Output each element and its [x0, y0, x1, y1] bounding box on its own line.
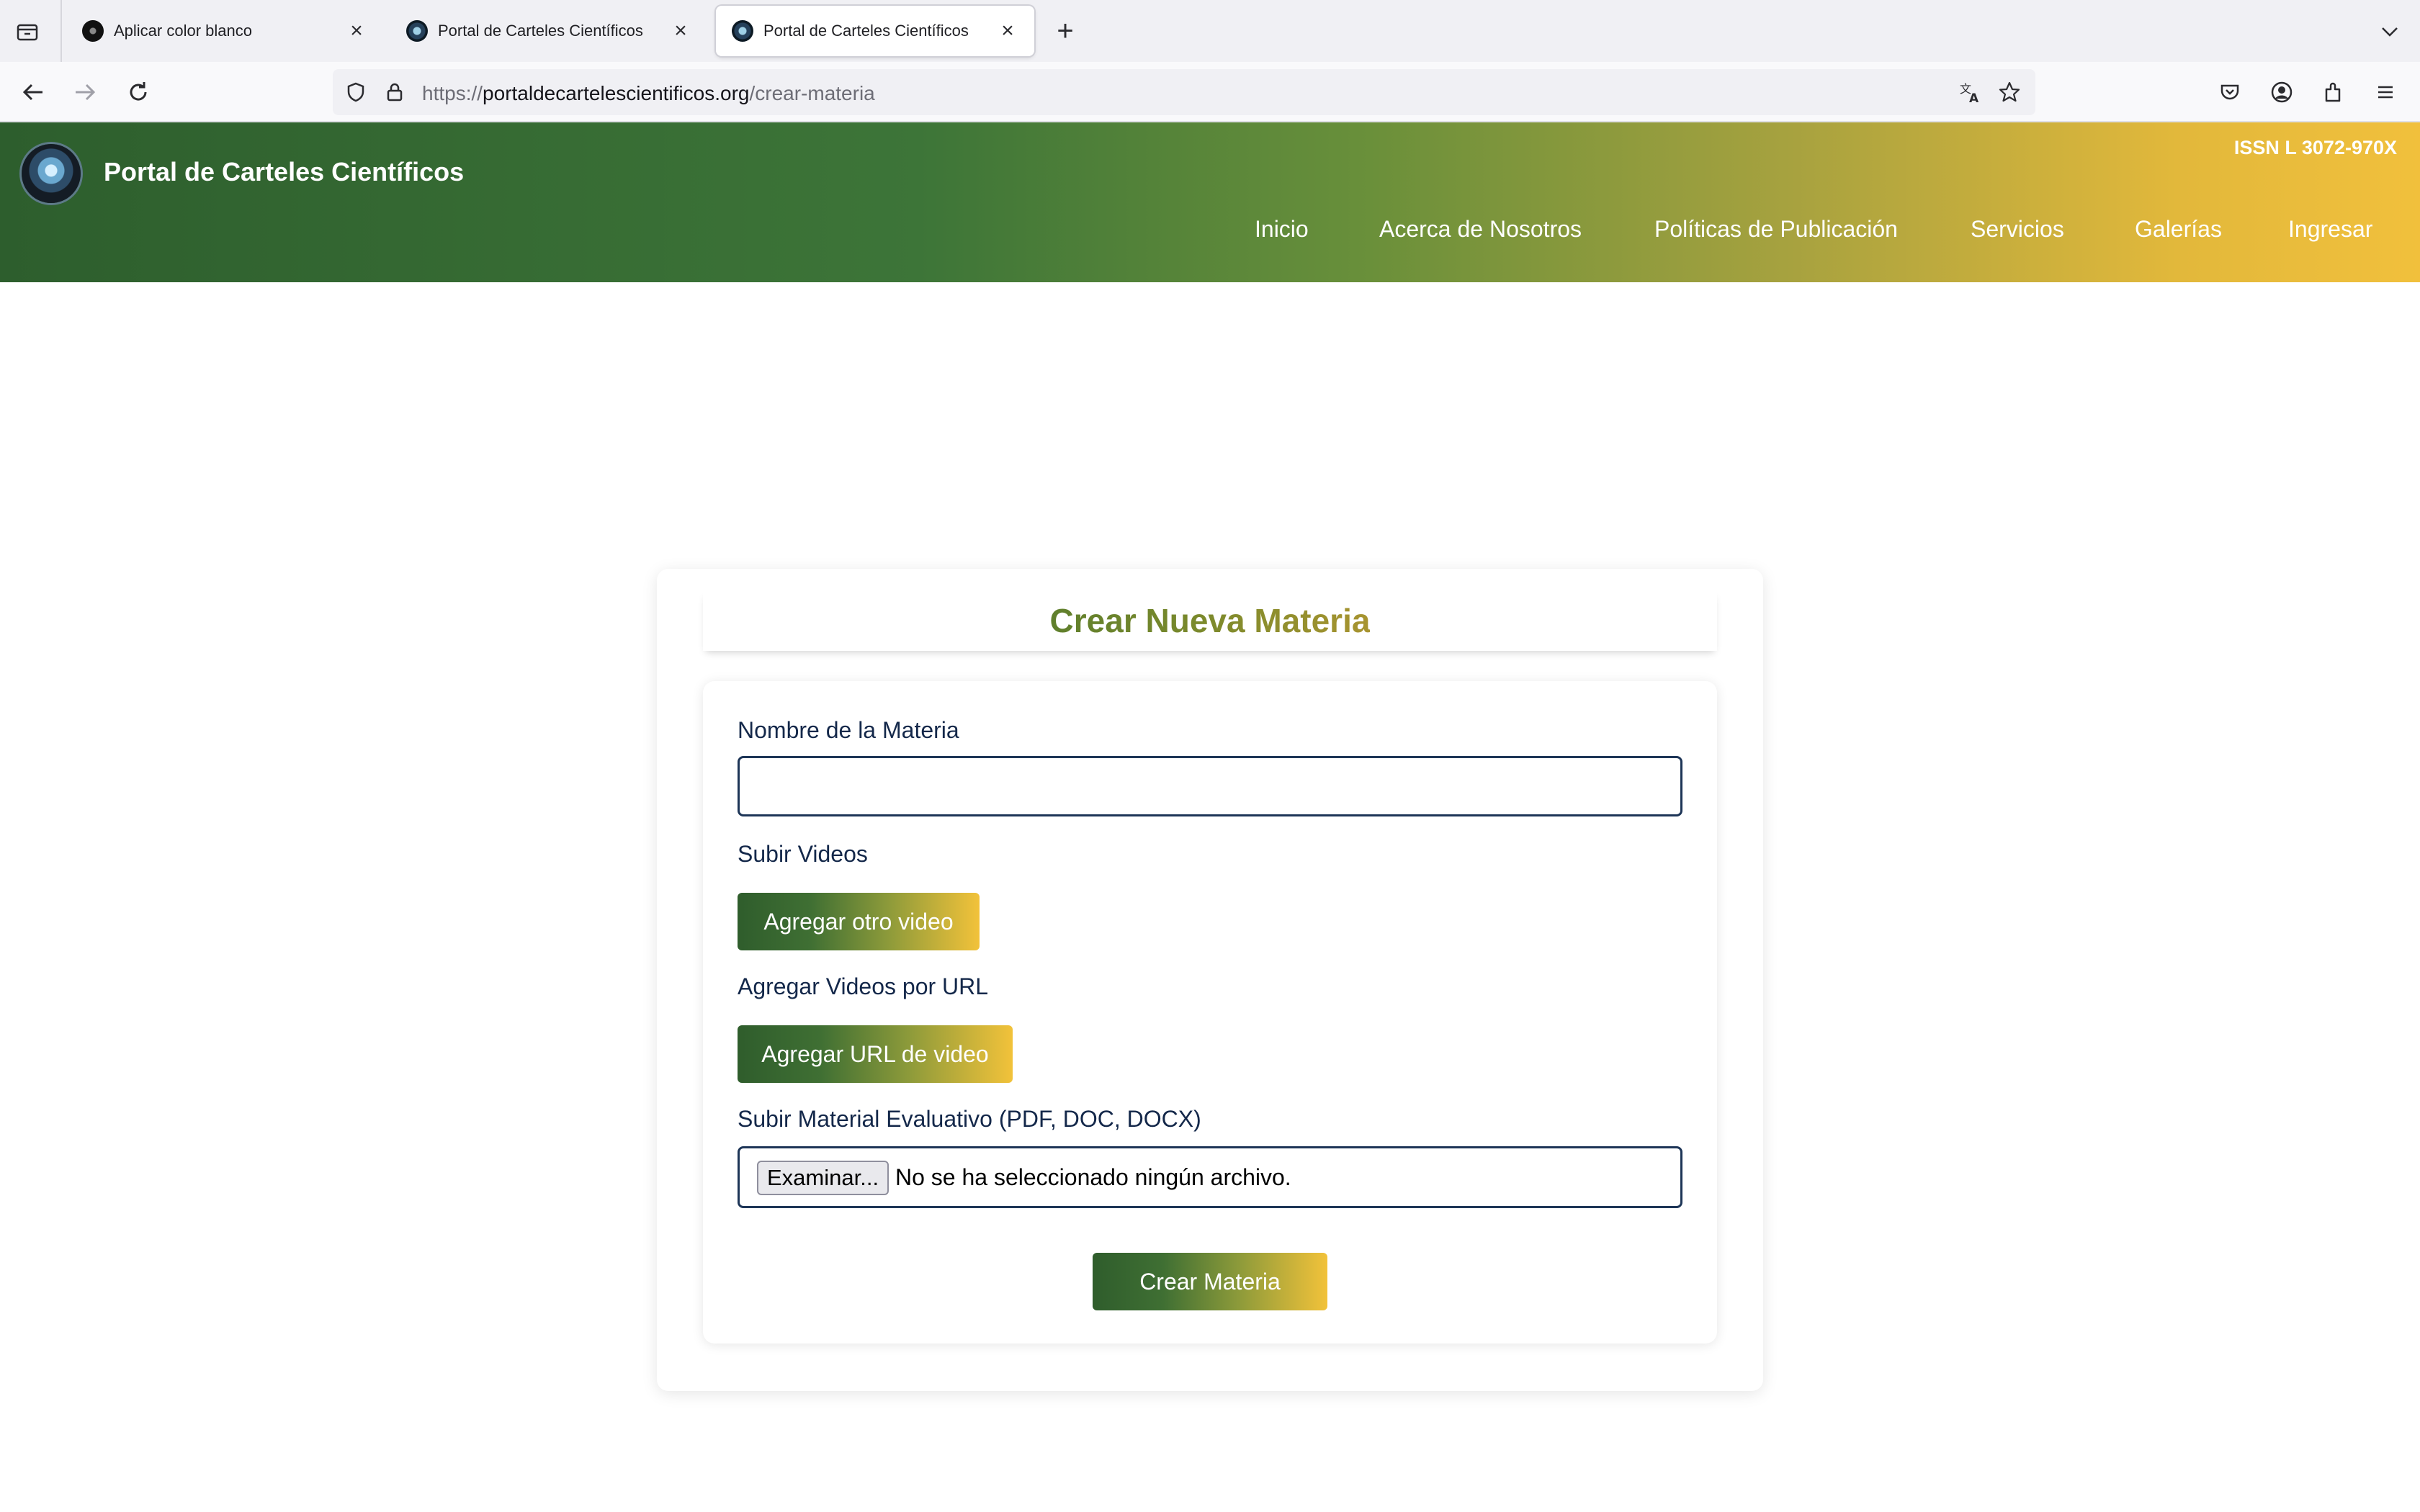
tab-separator [60, 0, 62, 62]
tab-favicon-icon [406, 20, 428, 42]
nav-link-politicas[interactable]: Políticas de Publicación [1654, 216, 1898, 243]
url-bar[interactable]: https://portaldecartelescientificos.org/… [333, 69, 2035, 115]
create-subject-form: Nombre de la Materia Subir Videos Agrega… [703, 681, 1717, 1344]
nav-link-acerca[interactable]: Acerca de Nosotros [1379, 216, 1582, 243]
create-subject-card: Crear Nueva Materia Nombre de la Materia… [657, 569, 1763, 1391]
url-domain: portaldecartelescientificos.org [483, 82, 750, 104]
account-icon[interactable] [2266, 76, 2298, 108]
close-icon[interactable]: × [670, 19, 691, 42]
tab-list-icon[interactable] [13, 17, 42, 46]
plus-icon[interactable]: + [1050, 15, 1080, 47]
browser-tab-1[interactable]: Aplicar color blanco × [66, 6, 383, 56]
tab-title: Portal de Carteles Científicos [438, 22, 643, 40]
add-video-url-button[interactable]: Agregar URL de video [738, 1025, 1013, 1083]
site-name[interactable]: Portal de Carteles Científicos [104, 157, 464, 187]
menu-icon[interactable] [2370, 76, 2401, 108]
site-header: Portal de Carteles Científicos ISSN L 30… [0, 122, 2420, 282]
file-status-text: No se ha seleccionado ningún archivo. [895, 1164, 1291, 1190]
main-nav: Inicio Acerca de Nosotros Políticas de P… [0, 216, 2420, 249]
create-subject-button[interactable]: Crear Materia [1093, 1253, 1327, 1310]
back-arrow-icon[interactable] [17, 76, 49, 108]
evaluation-material-file-input[interactable]: Examinar... No se ha seleccionado ningún… [738, 1146, 1682, 1208]
lock-icon[interactable] [379, 76, 411, 108]
browser-tab-3-active[interactable]: Portal de Carteles Científicos × [716, 6, 1034, 56]
tab-favicon-icon [82, 20, 104, 42]
translate-icon[interactable]: 文A [1955, 76, 1986, 108]
evaluation-material-label: Subir Material Evaluativo (PDF, DOC, DOC… [738, 1106, 1201, 1132]
url-text[interactable]: https://portaldecartelescientificos.org/… [422, 82, 875, 105]
tab-favicon-icon [732, 20, 753, 42]
url-path: /crear-materia [749, 82, 875, 104]
pocket-icon[interactable] [2214, 76, 2246, 108]
page-title: Crear Nueva Materia [1049, 602, 1371, 639]
star-icon[interactable] [1994, 76, 2025, 108]
nav-link-galerias[interactable]: Galerías [2135, 216, 2222, 243]
close-icon[interactable]: × [997, 19, 1018, 42]
add-video-button[interactable]: Agregar otro video [738, 893, 980, 950]
browser-tab-bar: Aplicar color blanco × Portal de Cartele… [0, 0, 2420, 62]
nav-link-inicio[interactable]: Inicio [1255, 216, 1309, 243]
site-logo[interactable] [22, 144, 81, 203]
url-scheme: https:// [422, 82, 483, 104]
svg-text:A: A [1969, 91, 1979, 104]
browser-toolbar: https://portaldecartelescientificos.org/… [0, 62, 2420, 122]
browser-tab-2[interactable]: Portal de Carteles Científicos × [390, 6, 707, 56]
reload-icon[interactable] [122, 76, 154, 108]
chevron-down-icon[interactable] [2375, 17, 2404, 46]
form-title-bar: Crear Nueva Materia [703, 590, 1717, 651]
forward-arrow-icon[interactable] [69, 76, 101, 108]
subject-name-label: Nombre de la Materia [738, 717, 959, 743]
issn-label: ISSN L 3072-970X [2233, 137, 2397, 158]
shield-icon[interactable] [340, 76, 372, 108]
tab-title: Aplicar color blanco [114, 22, 252, 40]
upload-videos-label: Subir Videos [738, 841, 868, 867]
extensions-icon[interactable] [2318, 76, 2349, 108]
browse-file-button[interactable]: Examinar... [757, 1161, 889, 1195]
close-icon[interactable]: × [346, 19, 367, 42]
nav-link-ingresar[interactable]: Ingresar [2288, 216, 2372, 243]
nav-link-servicios[interactable]: Servicios [1971, 216, 2064, 243]
tab-title: Portal de Carteles Científicos [763, 22, 969, 40]
video-url-label: Agregar Videos por URL [738, 973, 989, 999]
subject-name-input[interactable] [738, 756, 1682, 816]
